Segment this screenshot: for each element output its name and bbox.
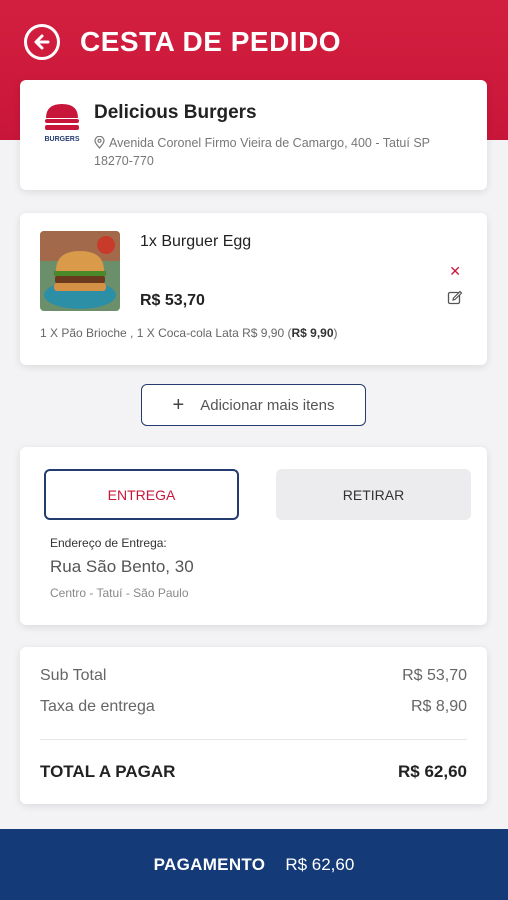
- arrow-left-icon: [34, 34, 50, 50]
- item-extras-close: ): [333, 326, 338, 340]
- total-row: TOTAL A PAGAR R$ 62,60: [40, 762, 467, 782]
- tab-delivery[interactable]: ENTREGA: [44, 469, 239, 520]
- header-row: CESTA DE PEDIDO: [24, 22, 341, 62]
- item-extras-total: R$ 9,90: [291, 326, 334, 340]
- edit-icon: [447, 290, 463, 305]
- item-image: [40, 231, 120, 311]
- item-price: R$ 53,70: [140, 292, 205, 309]
- store-logo-text: BURGERS: [44, 136, 79, 143]
- store-address: Avenida Coronel Firmo Vieira de Camargo,…: [94, 134, 464, 170]
- delivery-fee-label: Taxa de entrega: [40, 698, 155, 715]
- subtotal-value: R$ 53,70: [402, 667, 467, 684]
- edit-item-button[interactable]: [447, 290, 463, 306]
- add-more-items-button[interactable]: + Adicionar mais itens: [141, 384, 366, 426]
- totals-divider: [40, 739, 467, 740]
- delivery-address-label: Endereço de Entrega:: [50, 536, 167, 550]
- item-extras: 1 X Pão Brioche , 1 X Coca-cola Lata R$ …: [40, 326, 338, 340]
- store-card: BURGERS Delicious Burgers Avenida Corone…: [20, 80, 487, 190]
- delivery-fee-value: R$ 8,90: [410, 698, 467, 715]
- location-pin-icon: [94, 136, 105, 149]
- store-name: Delicious Burgers: [94, 102, 257, 123]
- delivery-card: ENTREGA RETIRAR Endereço de Entrega: Rua…: [20, 447, 487, 625]
- total-value: R$ 62,60: [398, 762, 467, 781]
- cart-item-card: 1x Burguer Egg R$ 53,70 ✕ 1 X Pão Brioch…: [20, 213, 487, 365]
- item-title: 1x Burguer Egg: [140, 233, 252, 250]
- delivery-city: Centro - Tatuí - São Paulo: [50, 586, 189, 600]
- total-label: TOTAL A PAGAR: [40, 762, 176, 781]
- subtotal-label: Sub Total: [40, 667, 107, 684]
- payment-label: PAGAMENTO: [153, 854, 266, 874]
- close-icon: ✕: [449, 263, 461, 279]
- delivery-fee-row: Taxa de entrega R$ 8,90: [40, 698, 467, 716]
- store-logo: BURGERS: [40, 100, 84, 146]
- store-address-text: Avenida Coronel Firmo Vieira de Camargo,…: [94, 136, 430, 168]
- payment-button[interactable]: PAGAMENTO R$ 62,60: [0, 829, 508, 900]
- payment-amount: R$ 62,60: [285, 854, 355, 874]
- item-extras-text: 1 X Pão Brioche , 1 X Coca-cola Lata R$ …: [40, 326, 292, 340]
- subtotal-row: Sub Total R$ 53,70: [40, 667, 467, 685]
- remove-item-button[interactable]: ✕: [449, 263, 461, 280]
- delivery-street: Rua São Bento, 30: [50, 557, 194, 576]
- totals-card: Sub Total R$ 53,70 Taxa de entrega R$ 8,…: [20, 647, 487, 804]
- add-more-label: Adicionar mais itens: [200, 396, 335, 414]
- page-title: CESTA DE PEDIDO: [80, 26, 342, 57]
- tab-pickup[interactable]: RETIRAR: [276, 469, 471, 520]
- back-button[interactable]: [24, 24, 60, 60]
- plus-icon: +: [172, 393, 185, 416]
